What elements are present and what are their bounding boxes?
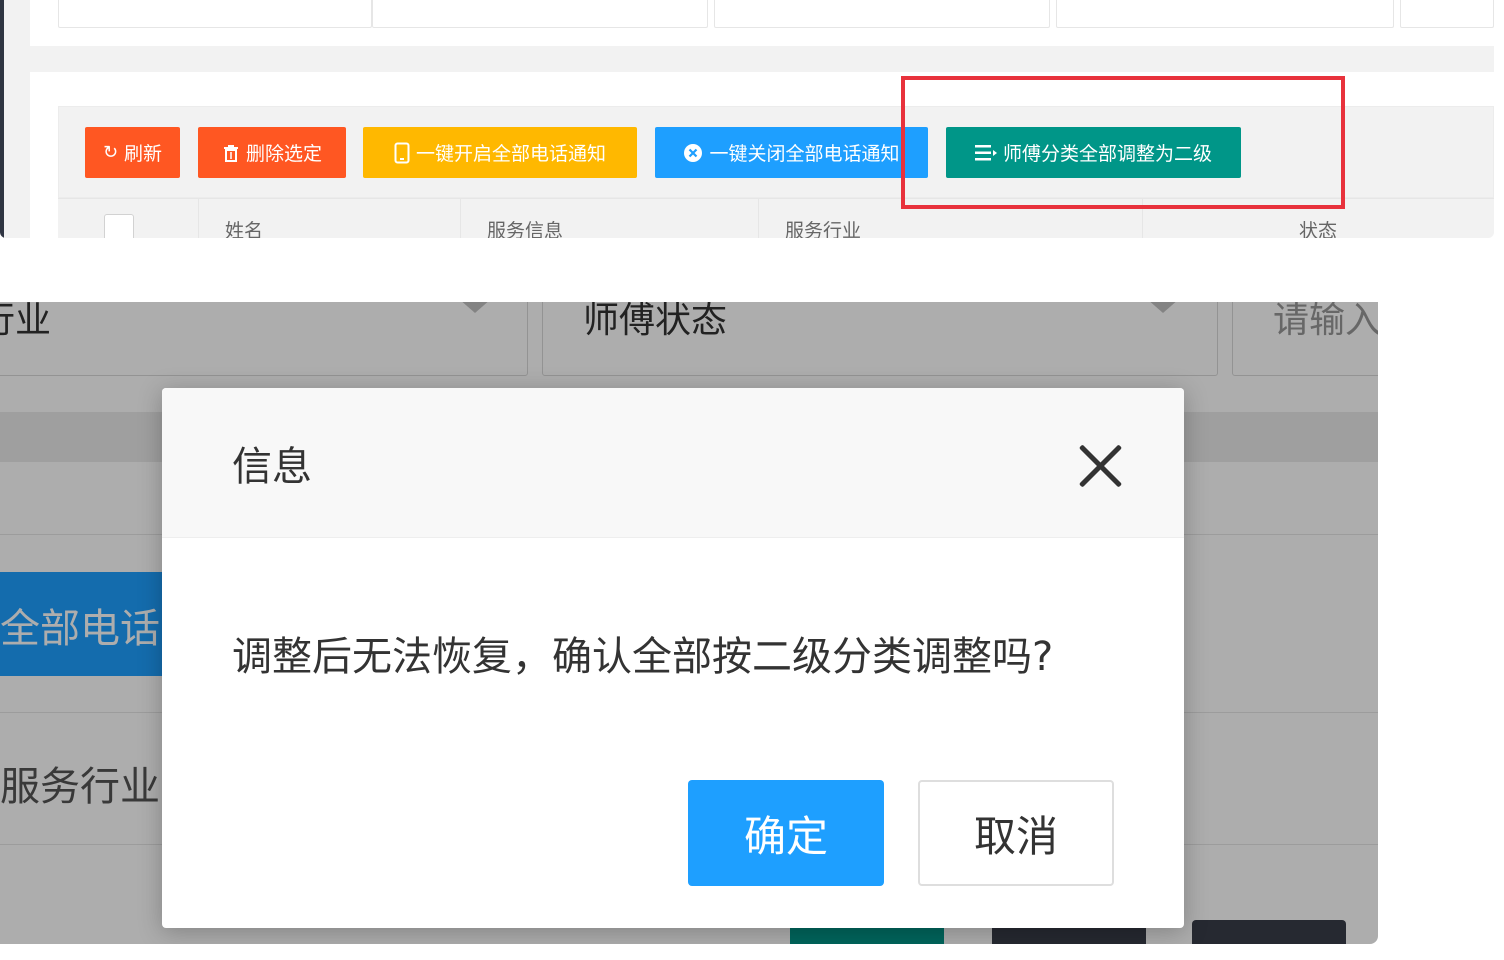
sidebar-edge	[0, 0, 4, 238]
top-screenshot: ↻ 刷新 删除选定 一键开启全部电话通知 一键关闭全部电话通知 师傅分类全部调整…	[0, 0, 1494, 238]
filter-field[interactable]	[1400, 0, 1494, 28]
enable-all-phone-label: 一键开启全部电话通知	[415, 143, 606, 165]
filter-field[interactable]	[714, 0, 1050, 28]
confirm-dialog: 信息 调整后无法恢复，确认全部按二级分类调整吗? 确定 取消	[162, 388, 1184, 928]
close-circle-icon	[683, 143, 703, 163]
delete-selected-button[interactable]: 删除选定	[198, 127, 346, 178]
filter-field[interactable]	[58, 0, 372, 28]
disable-all-phone-button[interactable]: 一键关闭全部电话通知	[655, 127, 928, 178]
column-header-name: 姓名	[198, 198, 460, 238]
trash-icon	[222, 144, 240, 162]
dialog-message: 调整后无法恢复，确认全部按二级分类调整吗?	[232, 634, 1054, 680]
cancel-button[interactable]: 取消	[918, 780, 1114, 886]
select-all-checkbox[interactable]	[104, 214, 134, 238]
bottom-screenshot: 行业 师傅状态 请输入 全部电话 服务行业 信息 调整后无法恢复，确认全部按二级…	[0, 302, 1378, 944]
dialog-title: 信息	[232, 444, 312, 490]
enable-all-phone-button[interactable]: 一键开启全部电话通知	[363, 127, 637, 178]
filter-field[interactable]	[372, 0, 708, 28]
filter-field[interactable]	[1056, 0, 1394, 28]
close-icon[interactable]	[1074, 440, 1126, 492]
refresh-button[interactable]: ↻ 刷新	[85, 127, 180, 178]
column-header-service-info: 服务信息	[460, 198, 758, 238]
annotation-highlight-box	[901, 76, 1345, 209]
refresh-icon: ↻	[102, 142, 119, 163]
dialog-header: 信息	[162, 388, 1184, 538]
filter-panel	[30, 0, 1494, 46]
phone-icon	[394, 142, 410, 164]
refresh-label: 刷新	[124, 143, 163, 165]
confirm-button[interactable]: 确定	[688, 780, 884, 886]
delete-selected-label: 删除选定	[245, 143, 322, 165]
disable-all-phone-label: 一键关闭全部电话通知	[709, 143, 900, 165]
